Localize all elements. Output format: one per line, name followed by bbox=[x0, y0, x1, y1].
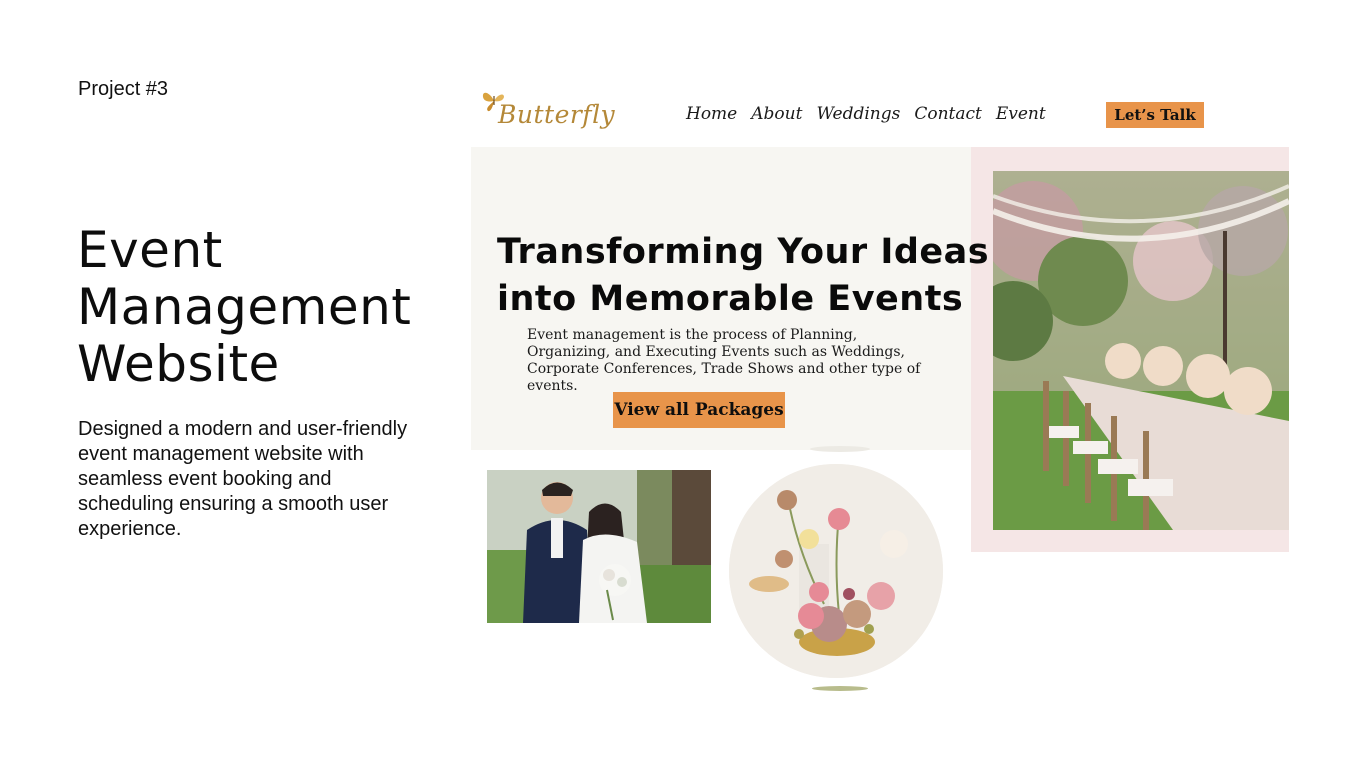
project-title-line: Management bbox=[77, 278, 412, 336]
project-description: Designed a modern and user-friendly even… bbox=[78, 418, 408, 540]
logo-text: Butterfly bbox=[498, 100, 616, 129]
project-title-line: Website bbox=[77, 335, 280, 393]
wedding-table-image bbox=[993, 171, 1289, 530]
project-label: Project #3 bbox=[78, 78, 169, 100]
hero-subtext: Event management is the process of Plann… bbox=[527, 327, 921, 394]
hero-headline: Transforming Your Ideas into Memorable E… bbox=[497, 229, 1017, 323]
nav-about[interactable]: About bbox=[751, 104, 802, 124]
project-title-line: Event bbox=[77, 221, 223, 279]
hero-headline-line: into Memorable Events bbox=[497, 279, 964, 319]
main-nav: Home About Weddings Contact Event bbox=[686, 104, 1060, 124]
nav-contact[interactable]: Contact bbox=[914, 104, 982, 124]
nav-event[interactable]: Event bbox=[996, 104, 1046, 124]
view-packages-button[interactable]: View all Packages bbox=[613, 392, 785, 428]
lets-talk-button[interactable]: Let’s Talk bbox=[1106, 102, 1204, 128]
floral-centerpiece-image bbox=[729, 464, 943, 678]
nav-home[interactable]: Home bbox=[686, 104, 737, 124]
image-decoration bbox=[810, 446, 870, 452]
site-logo[interactable]: Butterfly bbox=[480, 88, 615, 134]
hero-headline-line: Transforming Your Ideas bbox=[497, 232, 990, 272]
wedding-couple-image bbox=[487, 470, 711, 623]
project-title: Event Management Website bbox=[77, 222, 411, 393]
image-decoration bbox=[812, 686, 868, 691]
nav-weddings[interactable]: Weddings bbox=[816, 104, 900, 124]
